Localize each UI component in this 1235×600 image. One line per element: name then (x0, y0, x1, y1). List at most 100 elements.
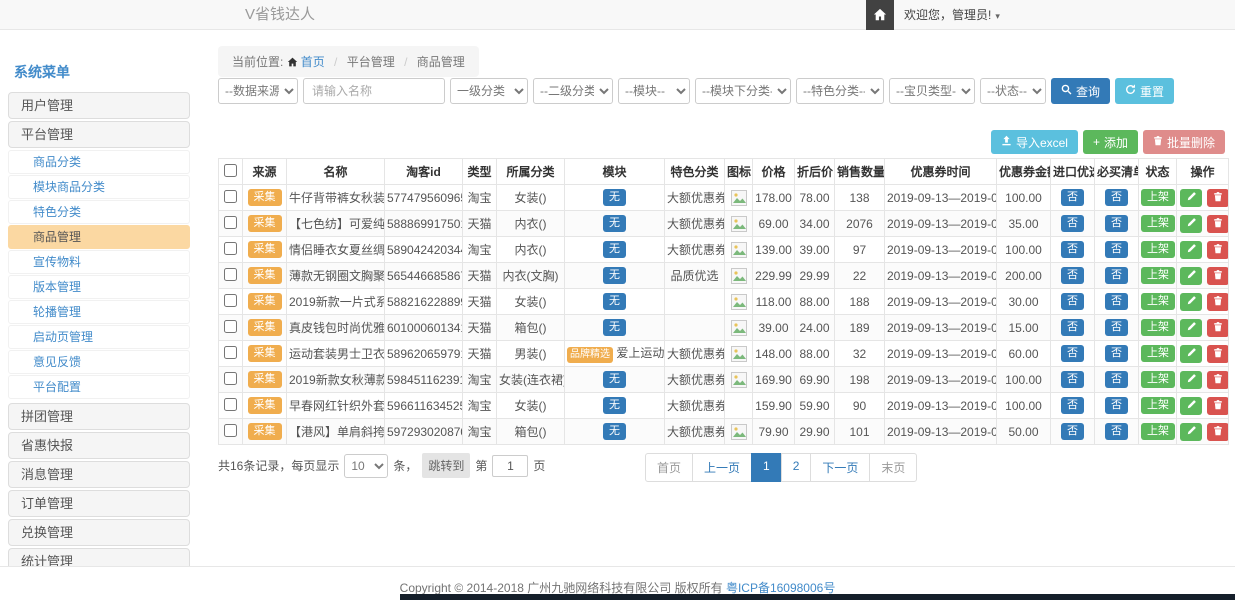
delete-button[interactable] (1207, 423, 1228, 441)
pager-next[interactable]: 下一页 (810, 453, 870, 482)
status-toggle[interactable]: 上架 (1141, 319, 1175, 336)
must-buy-toggle[interactable]: 否 (1105, 397, 1128, 414)
status-toggle[interactable]: 上架 (1141, 345, 1175, 362)
sidebar-sub-item[interactable]: 特色分类 (8, 200, 190, 224)
delete-button[interactable] (1207, 293, 1228, 311)
module-sub-select[interactable]: --模块下分类-- (695, 78, 791, 104)
status-toggle[interactable]: 上架 (1141, 267, 1175, 284)
edit-button[interactable] (1180, 423, 1202, 441)
row-checkbox[interactable] (224, 372, 237, 385)
import-optional-toggle[interactable]: 否 (1061, 423, 1084, 440)
edit-button[interactable] (1180, 293, 1202, 311)
delete-button[interactable] (1207, 241, 1228, 259)
status-toggle[interactable]: 上架 (1141, 189, 1175, 206)
sidebar-sub-item[interactable]: 轮播管理 (8, 300, 190, 324)
item-type-select[interactable]: --宝贝类型-- (889, 78, 975, 104)
user-menu[interactable]: 欢迎您，管理员!▾ (904, 0, 1000, 31)
import-optional-toggle[interactable]: 否 (1061, 189, 1084, 206)
icp-link[interactable]: 粤ICP备16098006号 (726, 581, 835, 595)
sidebar-sub-item[interactable]: 意见反馈 (8, 350, 190, 374)
module-none-badge[interactable]: 无 (603, 319, 626, 336)
must-buy-toggle[interactable]: 否 (1105, 371, 1128, 388)
home-button[interactable] (866, 0, 894, 30)
must-buy-toggle[interactable]: 否 (1105, 241, 1128, 258)
row-checkbox[interactable] (224, 320, 237, 333)
edit-button[interactable] (1180, 371, 1202, 389)
delete-button[interactable] (1207, 397, 1228, 415)
pager-page[interactable]: 2 (781, 453, 812, 482)
must-buy-toggle[interactable]: 否 (1105, 423, 1128, 440)
level1-category-select[interactable]: 一级分类 (450, 78, 528, 104)
module-none-badge[interactable]: 无 (603, 189, 626, 206)
source-select[interactable]: --数据来源-- (218, 78, 298, 104)
import-optional-toggle[interactable]: 否 (1061, 397, 1084, 414)
status-toggle[interactable]: 上架 (1141, 293, 1175, 310)
edit-button[interactable] (1180, 215, 1202, 233)
edit-button[interactable] (1180, 267, 1202, 285)
sidebar-sub-item[interactable]: 宣传物料 (8, 250, 190, 274)
must-buy-toggle[interactable]: 否 (1105, 267, 1128, 284)
delete-button[interactable] (1207, 189, 1228, 207)
edit-button[interactable] (1180, 189, 1202, 207)
pager-last[interactable]: 末页 (869, 453, 917, 482)
module-none-badge[interactable]: 无 (603, 371, 626, 388)
module-none-badge[interactable]: 无 (603, 397, 626, 414)
jump-page-input[interactable] (492, 455, 528, 477)
module-none-badge[interactable]: 无 (603, 293, 626, 310)
must-buy-toggle[interactable]: 否 (1105, 293, 1128, 310)
row-checkbox[interactable] (224, 346, 237, 359)
row-checkbox[interactable] (224, 294, 237, 307)
jump-button[interactable]: 跳转到 (422, 453, 470, 478)
row-checkbox[interactable] (224, 424, 237, 437)
pager-first[interactable]: 首页 (645, 453, 693, 482)
sidebar-group-express[interactable]: 省惠快报 (8, 432, 190, 459)
must-buy-toggle[interactable]: 否 (1105, 319, 1128, 336)
row-checkbox[interactable] (224, 190, 237, 203)
must-buy-toggle[interactable]: 否 (1105, 189, 1128, 206)
breadcrumb-home-link[interactable]: 首页 (287, 55, 325, 69)
delete-button[interactable] (1207, 319, 1228, 337)
status-select[interactable]: --状态-- (980, 78, 1046, 104)
edit-button[interactable] (1180, 397, 1202, 415)
row-checkbox[interactable] (224, 216, 237, 229)
reset-button[interactable]: 重置 (1115, 78, 1174, 104)
sidebar-group-users[interactable]: 用户管理 (8, 92, 190, 119)
row-checkbox[interactable] (224, 242, 237, 255)
sidebar-group-messages[interactable]: 消息管理 (8, 461, 190, 488)
module-none-badge[interactable]: 无 (603, 267, 626, 284)
module-none-badge[interactable]: 无 (603, 423, 626, 440)
level2-category-select[interactable]: --二级分类-- (533, 78, 613, 104)
import-optional-toggle[interactable]: 否 (1061, 241, 1084, 258)
import-optional-toggle[interactable]: 否 (1061, 267, 1084, 284)
status-toggle[interactable]: 上架 (1141, 397, 1175, 414)
module-none-badge[interactable]: 无 (603, 215, 626, 232)
module-none-badge[interactable]: 无 (603, 241, 626, 258)
pager-page[interactable]: 1 (751, 453, 782, 482)
delete-button[interactable] (1207, 345, 1228, 363)
edit-button[interactable] (1180, 319, 1202, 337)
row-checkbox[interactable] (224, 398, 237, 411)
import-optional-toggle[interactable]: 否 (1061, 215, 1084, 232)
pager-prev[interactable]: 上一页 (692, 453, 752, 482)
batch-delete-button[interactable]: 批量删除 (1143, 130, 1225, 154)
status-toggle[interactable]: 上架 (1141, 215, 1175, 232)
delete-button[interactable] (1207, 371, 1228, 389)
sidebar-group-groupbuy[interactable]: 拼团管理 (8, 403, 190, 430)
per-page-select[interactable]: 10 (344, 454, 388, 478)
edit-button[interactable] (1180, 241, 1202, 259)
import-optional-toggle[interactable]: 否 (1061, 293, 1084, 310)
sidebar-sub-item[interactable]: 版本管理 (8, 275, 190, 299)
sidebar-group-platform[interactable]: 平台管理 (8, 121, 190, 148)
edit-button[interactable] (1180, 345, 1202, 363)
sidebar-group-exchange[interactable]: 兑换管理 (8, 519, 190, 546)
breadcrumb-item-platform[interactable]: 平台管理 (347, 55, 395, 69)
search-button[interactable]: 查询 (1051, 78, 1110, 104)
import-optional-toggle[interactable]: 否 (1061, 371, 1084, 388)
status-toggle[interactable]: 上架 (1141, 241, 1175, 258)
name-search-input[interactable] (303, 78, 445, 104)
module-select[interactable]: --模块-- (618, 78, 690, 104)
feature-category-select[interactable]: --特色分类-- (796, 78, 884, 104)
must-buy-toggle[interactable]: 否 (1105, 345, 1128, 362)
sidebar-sub-item[interactable]: 启动页管理 (8, 325, 190, 349)
row-checkbox[interactable] (224, 268, 237, 281)
